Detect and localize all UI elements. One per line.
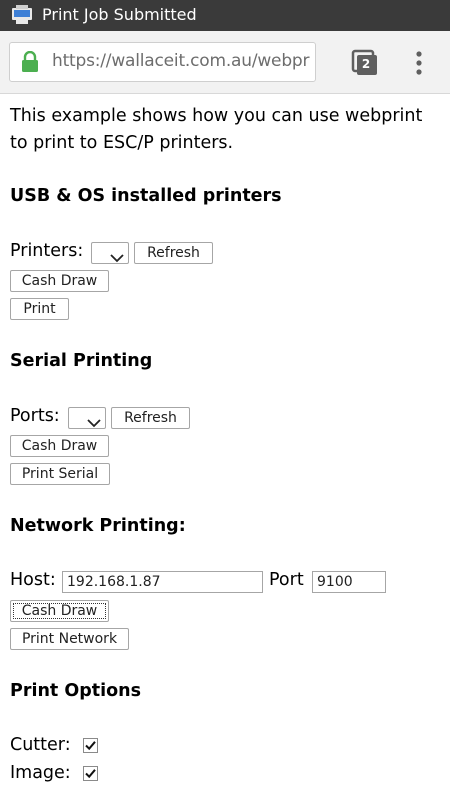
cutter-checkbox[interactable] [83, 738, 98, 753]
lock-icon [20, 50, 40, 73]
port-input[interactable]: 9100 [312, 571, 386, 593]
chevron-down-icon [110, 248, 124, 263]
overflow-menu-icon[interactable] [409, 49, 429, 77]
checkmark-icon [85, 769, 96, 779]
browser-toolbar: https://wallaceit.com.au/webpr 2 [0, 31, 450, 94]
image-label: Image: [10, 763, 71, 783]
printers-label: Printers: [10, 241, 84, 261]
checkmark-icon [85, 741, 96, 751]
host-label: Host: [10, 570, 56, 590]
url-text: https://wallaceit.com.au/webpr [52, 51, 310, 71]
notification-title: Print Job Submitted [42, 5, 197, 24]
print-serial-button[interactable]: Print Serial [10, 463, 110, 485]
network-cash-draw-button[interactable]: Cash Draw [10, 600, 109, 622]
intro-text: This example shows how you can use webpr… [10, 106, 423, 153]
usb-cash-draw-button[interactable]: Cash Draw [10, 270, 109, 292]
port-label: Port [269, 570, 304, 590]
usb-refresh-button[interactable]: Refresh [134, 242, 213, 264]
url-bar[interactable]: https://wallaceit.com.au/webpr [9, 42, 316, 82]
options-heading: Print Options [10, 681, 142, 701]
cutter-label: Cutter: [10, 735, 71, 755]
status-bar: Print Job Submitted [0, 0, 450, 31]
ports-label: Ports: [10, 406, 60, 426]
chevron-down-icon [87, 413, 101, 428]
serial-heading: Serial Printing [10, 351, 153, 371]
image-checkbox[interactable] [83, 766, 98, 781]
print-network-button[interactable]: Print Network [10, 628, 129, 650]
usb-print-button[interactable]: Print [10, 298, 69, 320]
host-input[interactable]: 192.168.1.87 [62, 571, 263, 593]
network-heading: Network Printing: [10, 516, 186, 536]
printers-select[interactable] [91, 242, 129, 264]
printer-notification-icon [11, 5, 33, 25]
usb-heading: USB & OS installed printers [10, 186, 282, 206]
serial-cash-draw-button[interactable]: Cash Draw [10, 435, 109, 457]
ports-select[interactable] [68, 407, 106, 429]
serial-refresh-button[interactable]: Refresh [111, 407, 190, 429]
tab-count: 2 [361, 57, 371, 71]
